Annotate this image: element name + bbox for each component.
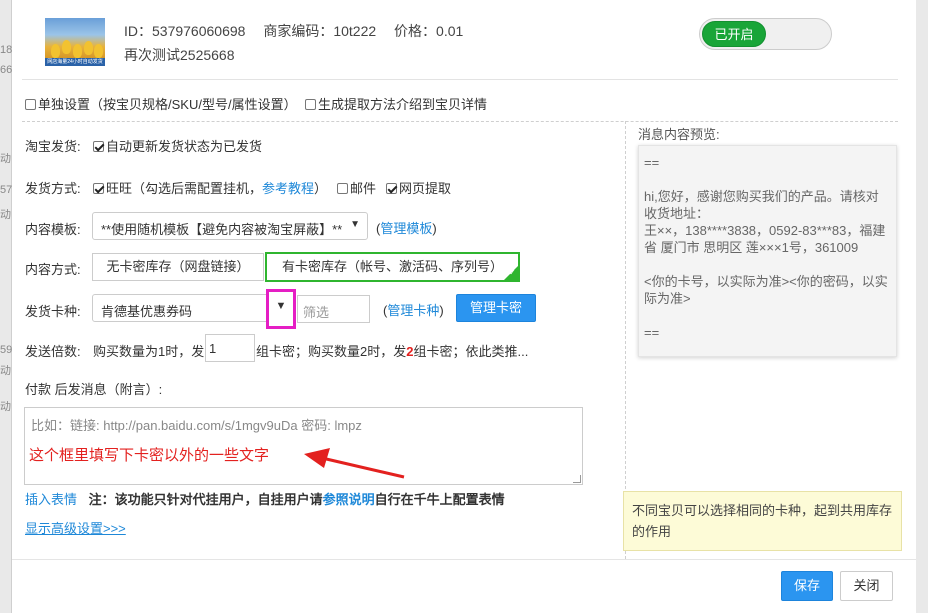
- bg-fragment: 18: [0, 44, 13, 56]
- close-button[interactable]: 关闭: [840, 571, 893, 601]
- manage-template-link[interactable]: 管理模板: [380, 221, 432, 236]
- bg-fragment: 59: [0, 344, 13, 356]
- tutorial-link[interactable]: 参考教程: [262, 181, 314, 196]
- background-page-edge-right: [916, 0, 928, 613]
- auto-update-label: 自动更新发货状态为已发货: [106, 139, 263, 154]
- after-pay-label: 付款 后发消息（附言）:: [25, 382, 163, 397]
- card-stock-label: 有卡密库存（帐号、激活码、序列号）: [281, 259, 503, 274]
- ship-method-label: 发货方式:: [25, 181, 81, 196]
- card-type-selected: 肯德基优惠券码: [101, 304, 193, 319]
- paren: ）: [314, 181, 328, 196]
- emoji-row: 插入表情 注：该功能只针对代挂用户，自挂用户请参照说明自行在千牛上配置表情: [25, 489, 505, 508]
- preview-line: <你的卡号，以实际为准><你的密码，以实际为准>: [644, 274, 888, 306]
- multiplier-text1: 购买数量为1时，发: [93, 344, 205, 359]
- product-price: 价格：0.01: [394, 23, 464, 39]
- thumbnail-caption: 网店海量24小时自动发货: [45, 58, 105, 66]
- message-placeholder: 比如：链接: http://pan.baidu.com/s/1mgv9uDa 密…: [31, 418, 362, 433]
- annotation-arrow-icon: [304, 448, 405, 479]
- bg-fragment: 57: [0, 184, 13, 196]
- email-label: 邮件: [350, 181, 377, 196]
- manage-cards-button[interactable]: 管理卡密: [456, 294, 536, 322]
- multiplier-text2: 组卡密；购买数量2时，发: [256, 344, 407, 359]
- gen-intro-option[interactable]: 生成提取方法介绍到宝贝详情: [305, 94, 487, 113]
- manage-card-type-link[interactable]: 管理卡种: [387, 303, 439, 318]
- toggle-on-label: 已开启: [702, 21, 766, 47]
- web-option[interactable]: 网页提取: [386, 178, 451, 197]
- preview-line: hi,您好，感谢您购买我们的产品。请核对收货地址：: [644, 189, 879, 221]
- card-filter-input[interactable]: 筛选: [297, 295, 370, 323]
- gen-intro-label: 生成提取方法介绍到宝贝详情: [318, 97, 488, 112]
- no-card-stock-option[interactable]: 无卡密库存（网盘链接）: [92, 253, 264, 281]
- card-settings-dialog: 网店海量24小时自动发货 ID：537976060698 商家编码：10t222…: [12, 0, 916, 613]
- section-divider: [22, 121, 898, 122]
- save-button[interactable]: 保存: [781, 571, 833, 601]
- wangwang-option[interactable]: 旺旺（勾选后需配置挂机，参考教程）: [93, 178, 327, 197]
- paren: ): [439, 303, 444, 318]
- preview-line: ==: [644, 325, 660, 340]
- annotation-text: 这个框里填写下卡密以外的一些文字: [29, 447, 270, 464]
- paren: ): [432, 221, 437, 236]
- multiplier-text: 组卡密；购买数量2时，发2组卡密；依此类推...: [256, 341, 528, 360]
- preview-line: ==: [644, 155, 660, 170]
- manage-card-type: (管理卡种): [383, 300, 444, 319]
- merchant-code: 商家编码：10t222: [263, 23, 377, 39]
- product-id: ID：537976060698: [124, 23, 246, 39]
- background-page-edge: 18 66 动 57 动 59 动 动: [0, 0, 12, 613]
- reference-link[interactable]: 参照说明: [323, 492, 375, 507]
- auto-update-checkbox[interactable]: [93, 141, 104, 152]
- card-stock-option[interactable]: 有卡密库存（帐号、激活码、序列号）: [265, 252, 520, 282]
- bg-fragment: 动: [0, 209, 11, 221]
- bg-fragment: 动: [0, 153, 11, 165]
- card-type-dropdown-arrow-icon[interactable]: ▼: [266, 289, 296, 329]
- web-label: 网页提取: [399, 181, 452, 196]
- resize-grip-icon[interactable]: [573, 475, 581, 483]
- separate-setting-label: 单独设置（按宝贝规格/SKU/型号/属性设置）: [38, 97, 297, 112]
- advanced-settings-link[interactable]: 显示高级设置>>>: [25, 518, 126, 537]
- template-selected: **使用随机模板【避免内容被淘宝屏蔽】**: [101, 222, 343, 237]
- separate-setting-option[interactable]: 单独设置（按宝贝规格/SKU/型号/属性设置）: [25, 94, 297, 113]
- bg-fragment: 动: [0, 365, 11, 377]
- auto-update-option[interactable]: 自动更新发货状态为已发货: [93, 136, 262, 155]
- wangwang-label: 旺旺（勾选后需配置挂机，: [106, 181, 263, 196]
- product-meta: ID：537976060698 商家编码：10t222 价格：0.01: [124, 21, 477, 41]
- footer-divider: [12, 559, 916, 560]
- separate-setting-checkbox[interactable]: [25, 99, 36, 110]
- product-name: 再次测试2525668: [124, 47, 235, 63]
- template-label: 内容模板:: [25, 222, 81, 237]
- product-thumbnail: 网店海量24小时自动发货: [45, 18, 105, 66]
- multiplier-text3: 组卡密；依此类推...: [413, 344, 529, 359]
- emoji-note-pre: 注：该功能只针对代挂用户，自挂用户请: [88, 492, 323, 507]
- card-type-label: 发货卡种:: [25, 304, 81, 319]
- preview-line: 王××，138****3838，0592-83***83，福建省 厦门市 思明区…: [644, 223, 886, 255]
- web-checkbox[interactable]: [386, 183, 397, 194]
- email-option[interactable]: 邮件: [337, 178, 376, 197]
- multiplier-input[interactable]: 1: [205, 334, 255, 362]
- content-mode-label: 内容方式:: [25, 262, 81, 277]
- manage-template: (管理模板): [376, 218, 437, 237]
- message-preview: == hi,您好，感谢您购买我们的产品。请核对收货地址： 王××，138****…: [638, 145, 897, 357]
- dropdown-arrow-icon: ▼: [350, 219, 360, 230]
- bg-fragment: 66: [0, 64, 13, 76]
- email-checkbox[interactable]: [337, 183, 348, 194]
- preview-label: 消息内容预览:: [638, 127, 720, 142]
- template-select[interactable]: **使用随机模板【避免内容被淘宝屏蔽】** ▼: [92, 212, 368, 240]
- bg-fragment: 动: [0, 401, 11, 413]
- emoji-note-post: 自行在千牛上配置表情: [374, 492, 505, 507]
- wangwang-checkbox[interactable]: [93, 183, 104, 194]
- multiplier-label: 发送倍数:: [25, 344, 81, 359]
- divider: [22, 79, 898, 80]
- gen-intro-checkbox[interactable]: [305, 99, 316, 110]
- insert-emoji-link[interactable]: 插入表情: [25, 492, 77, 507]
- enable-toggle[interactable]: 已开启: [699, 18, 832, 50]
- shared-stock-tip: 不同宝贝可以选择相同的卡种，起到共用库存的作用: [623, 491, 902, 551]
- selected-check-icon: [504, 266, 518, 280]
- taobao-ship-label: 淘宝发货:: [25, 139, 81, 154]
